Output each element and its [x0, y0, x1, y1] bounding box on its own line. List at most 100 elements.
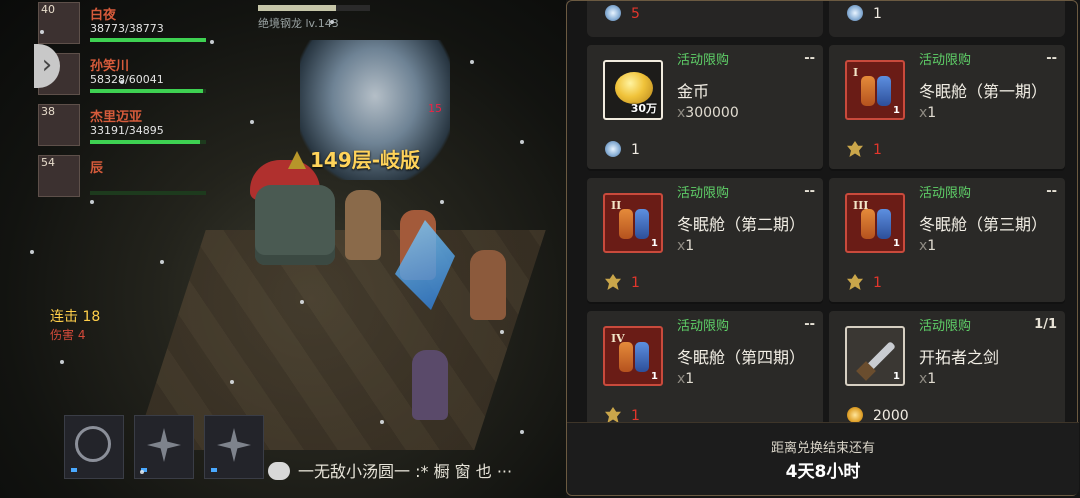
limited-tag: 活动限购 [919, 53, 972, 68]
item-thumbnail: 1 [845, 326, 905, 386]
pod-icon [861, 76, 875, 106]
panel-frame: 5 1 活动限购 -- 30万 金币 x300000 1 活动限购 -- I 1 冬眠舱（第一期） x… [566, 0, 1079, 496]
item-price: 1 [873, 275, 882, 291]
totem-currency-icon [605, 274, 621, 290]
snowflake [250, 120, 254, 124]
item-price: 5 [631, 6, 640, 22]
limited-tag: 活动限购 [677, 319, 730, 334]
member-level: 54 [41, 156, 55, 169]
member-hp: 58328/60041 [90, 73, 164, 86]
shop-item-card[interactable]: 活动限购 1/1 1 开拓者之剑 x1 2000 [829, 311, 1065, 423]
snowflake [210, 40, 214, 44]
boar-statue [255, 185, 335, 265]
card-icon [217, 428, 251, 462]
chat-text: 一无敌小汤圆一 :* 橱 窗 也 ··· [298, 462, 513, 481]
member-level: 38 [41, 105, 55, 118]
chat-line[interactable]: 一无敌小汤圆一 :* 橱 窗 也 ··· [268, 458, 512, 482]
hero-character [345, 190, 381, 260]
quantity-value: 1 [927, 105, 937, 121]
crystal-currency-icon [605, 141, 621, 157]
item-name: 冬眠舱（第三期） [919, 215, 1048, 234]
thumb-label: 1 [893, 238, 900, 249]
item-grid[interactable]: 5 1 活动限购 -- 30万 金币 x300000 1 活动限购 -- I 1 冬眠舱（第一期） x… [575, 1, 1071, 423]
hero-character [470, 250, 506, 320]
item-price: 1 [631, 275, 640, 291]
quantity-value: 1 [685, 238, 695, 254]
item-thumbnail: IV 1 [603, 326, 663, 386]
pod-icon [877, 209, 891, 239]
shop-item-card[interactable]: 活动限购 -- IV 1 冬眠舱（第四期） x1 1 [587, 311, 823, 423]
item-name: 冬眠舱（第二期） [677, 215, 806, 234]
crosshair-icon [75, 426, 111, 462]
member-hp: 38773/38773 [90, 22, 164, 35]
purchase-limit: 1/1 [1034, 317, 1057, 332]
quantity-value: 300000 [685, 105, 739, 121]
hero-character [412, 350, 448, 420]
member-hp-bar [90, 38, 206, 42]
snowflake [330, 20, 334, 24]
snowflake [40, 30, 44, 34]
thumb-label: 30万 [630, 102, 657, 115]
damage-number: 15 [428, 102, 442, 115]
party-member[interactable]: 40 白夜 38773/38773 [38, 2, 206, 47]
thumb-label: 1 [893, 105, 900, 116]
countdown-time: 4天8小时 [785, 462, 861, 482]
limited-tag: 活动限购 [677, 186, 730, 201]
snowflake [230, 380, 234, 384]
item-price: 1 [631, 408, 640, 423]
combo-counter: 连击 18 [50, 309, 101, 325]
item-thumbnail: 30万 [603, 60, 663, 120]
shop-item-card-partial[interactable]: 5 [587, 1, 823, 37]
skill-indicator [211, 468, 217, 472]
party-member[interactable]: 54 辰 [38, 155, 206, 200]
item-quantity: x300000 [677, 105, 739, 121]
snowflake [140, 470, 144, 474]
shop-item-card[interactable]: 活动限购 -- II 1 冬眠舱（第二期） x1 1 [587, 178, 823, 302]
item-price: 2000 [873, 408, 909, 423]
member-name: 孙笑川 [90, 59, 130, 74]
crystal-currency-icon [847, 5, 863, 21]
item-quantity: x1 [919, 371, 936, 387]
skill-slot-3[interactable] [204, 415, 264, 479]
shop-item-card[interactable]: 活动限购 -- I 1 冬眠舱（第一期） x1 1 [829, 45, 1065, 169]
item-name: 开拓者之剑 [919, 348, 1000, 367]
totem-currency-icon [847, 141, 863, 157]
game-scene[interactable]: 绝境钢龙 lv.143 149层-岐版 15 40 白夜38773/3877340… [0, 0, 566, 498]
quantity-value: 1 [685, 371, 695, 387]
shop-item-card[interactable]: 活动限购 -- III 1 冬眠舱（第三期） x1 1 [829, 178, 1065, 302]
snowflake [470, 60, 474, 64]
item-price-row: 1 [605, 407, 640, 423]
snowflake [380, 420, 384, 424]
snowflake [160, 260, 164, 264]
item-price-row: 1 [605, 141, 640, 158]
item-name: 冬眠舱（第四期） [677, 348, 806, 367]
snowflake [60, 360, 64, 364]
party-list: 40 白夜38773/3877340 孙笑川58328/60041 38 杰里迈亚331… [38, 2, 206, 206]
thumb-label: 1 [651, 238, 658, 249]
shop-item-card-partial[interactable]: 1 [829, 1, 1065, 37]
party-member[interactable]: 38 杰里迈亚 33191/34895 [38, 104, 206, 149]
member-name: 白夜 [90, 8, 117, 23]
item-name: 冬眠舱（第一期） [919, 82, 1048, 101]
item-price-row: 1 [605, 274, 640, 291]
skill-slot-1[interactable] [64, 415, 124, 479]
snowflake [500, 330, 504, 334]
thumb-label: 1 [651, 371, 658, 382]
member-hp-bar [90, 140, 206, 144]
pod-roman-numeral: I [853, 66, 859, 79]
floor-label[interactable]: 149层-岐版 [288, 144, 420, 173]
pod-icon [619, 209, 633, 239]
snowflake [30, 250, 34, 254]
burst-icon [147, 428, 181, 462]
purchase-limit: -- [804, 184, 815, 199]
skill-indicator [71, 468, 77, 472]
item-quantity: x1 [919, 238, 936, 254]
item-thumbnail: II 1 [603, 193, 663, 253]
totem-currency-icon [847, 274, 863, 290]
item-price: 1 [873, 142, 882, 158]
totem-currency-icon [605, 407, 621, 423]
quantity-value: 1 [927, 238, 937, 254]
shop-item-card[interactable]: 活动限购 -- 30万 金币 x300000 1 [587, 45, 823, 169]
member-hp-bar [90, 89, 206, 93]
item-price-row: 2000 [847, 407, 909, 423]
